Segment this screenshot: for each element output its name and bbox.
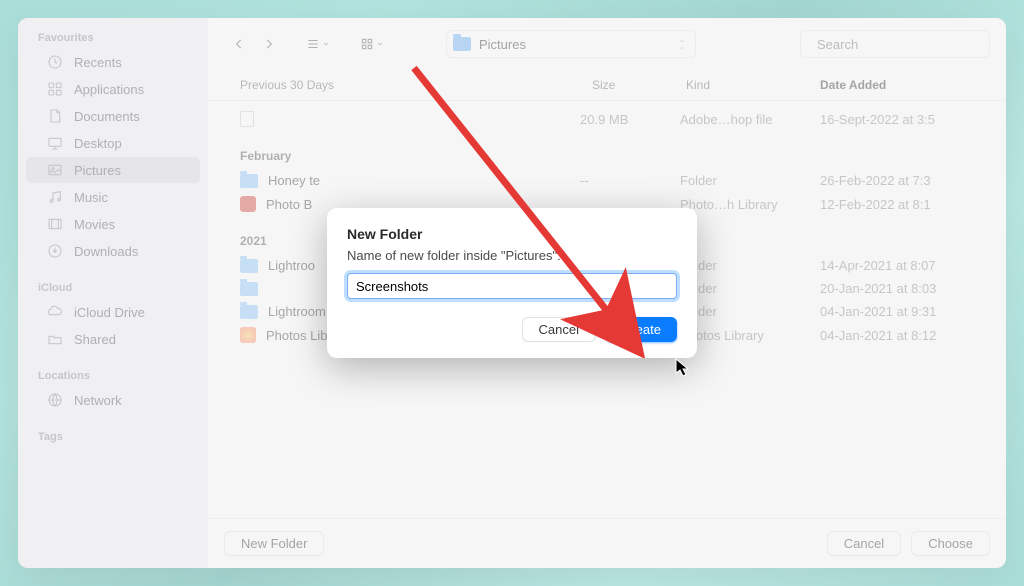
movies-icon [46, 215, 64, 233]
sidebar: Favourites Recents Applications Document… [18, 18, 208, 568]
sidebar-heading-favourites: Favourites [18, 28, 208, 48]
sidebar-item-label: Shared [74, 332, 116, 347]
column-name[interactable]: Previous 30 Days [240, 78, 588, 92]
sidebar-item-pictures[interactable]: Pictures [26, 157, 200, 183]
dialog-title: New Folder [347, 226, 677, 242]
sidebar-item-documents[interactable]: Documents [26, 103, 200, 129]
group-label-february: February [224, 131, 990, 169]
music-icon [46, 188, 64, 206]
file-icon [240, 111, 254, 127]
file-date: 16-Sept-2022 at 3:5 [820, 112, 990, 127]
search-input[interactable] [817, 37, 993, 52]
shared-folder-icon [46, 330, 64, 348]
sidebar-item-label: Applications [74, 82, 144, 97]
file-date: 20-Jan-2021 at 8:03 [820, 281, 990, 296]
sidebar-heading-tags: Tags [18, 427, 208, 447]
folder-icon [240, 174, 258, 188]
search-field[interactable] [800, 30, 990, 58]
folder-icon [240, 282, 258, 296]
sidebar-item-recents[interactable]: Recents [26, 49, 200, 75]
cloud-icon [46, 303, 64, 321]
dialog-subtitle: Name of new folder inside "Pictures": [347, 248, 677, 263]
file-date: 04-Jan-2021 at 9:31 [820, 304, 990, 319]
sidebar-item-network[interactable]: Network [26, 387, 200, 413]
document-icon [46, 107, 64, 125]
sidebar-item-label: Recents [74, 55, 122, 70]
up-down-icon [677, 37, 687, 51]
file-kind: Photo…h Library [680, 197, 810, 212]
file-date: 14-Apr-2021 at 8:07 [820, 258, 990, 273]
new-folder-button[interactable]: New Folder [224, 531, 324, 556]
file-date: 26-Feb-2022 at 7:3 [820, 173, 990, 188]
file-row[interactable]: 20.9 MB Adobe…hop file 16-Sept-2022 at 3… [224, 107, 990, 131]
file-row[interactable]: Honey te -- Folder 26-Feb-2022 at 7:3 [224, 169, 990, 192]
sidebar-heading-icloud: iCloud [18, 278, 208, 298]
downloads-icon [46, 242, 64, 260]
clock-icon [46, 53, 64, 71]
file-size: -- [580, 173, 670, 188]
dialog-footer: New Folder Cancel Choose [208, 518, 1006, 568]
dialog-cancel-button[interactable]: Cancel [522, 317, 596, 342]
sidebar-item-label: Downloads [74, 244, 138, 259]
file-kind: Folder [680, 258, 810, 273]
folder-icon [240, 305, 258, 319]
toolbar: Pictures [208, 18, 1006, 70]
folder-icon [453, 37, 471, 51]
sidebar-item-label: Documents [74, 109, 140, 124]
file-size: 20.9 MB [580, 112, 670, 127]
location-label: Pictures [479, 37, 526, 52]
forward-button[interactable] [254, 31, 284, 57]
sidebar-item-label: Music [74, 190, 108, 205]
file-kind: Folder [680, 281, 810, 296]
new-folder-dialog: New Folder Name of new folder inside "Pi… [327, 208, 697, 358]
location-popup[interactable]: Pictures [446, 30, 696, 58]
file-date: 12-Feb-2022 at 8:1 [820, 197, 990, 212]
column-size[interactable]: Size [592, 78, 682, 92]
sidebar-item-applications[interactable]: Applications [26, 76, 200, 102]
pictures-icon [46, 161, 64, 179]
desktop-icon [46, 134, 64, 152]
view-list-button[interactable] [298, 31, 338, 57]
file-name: Honey te [268, 173, 570, 188]
group-by-button[interactable] [352, 31, 392, 57]
photobooth-icon [240, 196, 256, 212]
list-header: Previous 30 Days Size Kind Date Added [208, 70, 1006, 101]
sidebar-item-label: Movies [74, 217, 115, 232]
sidebar-item-music[interactable]: Music [26, 184, 200, 210]
sidebar-item-icloud-drive[interactable]: iCloud Drive [26, 299, 200, 325]
sidebar-item-label: Desktop [74, 136, 122, 151]
file-kind: Adobe…hop file [680, 112, 810, 127]
sidebar-item-desktop[interactable]: Desktop [26, 130, 200, 156]
sidebar-heading-locations: Locations [18, 366, 208, 386]
photos-library-icon [240, 327, 256, 343]
applications-icon [46, 80, 64, 98]
sidebar-item-movies[interactable]: Movies [26, 211, 200, 237]
folder-name-input[interactable] [347, 273, 677, 299]
file-kind: Folder [680, 304, 810, 319]
file-kind: Folder [680, 173, 810, 188]
network-icon [46, 391, 64, 409]
cancel-button[interactable]: Cancel [827, 531, 901, 556]
dialog-create-button[interactable]: Create [606, 317, 677, 342]
sidebar-item-label: Network [74, 393, 122, 408]
file-date: 04-Jan-2021 at 8:12 [820, 328, 990, 343]
sidebar-item-label: iCloud Drive [74, 305, 145, 320]
nav-buttons [224, 31, 284, 57]
column-kind[interactable]: Kind [686, 78, 816, 92]
file-kind: Photos Library [680, 328, 810, 343]
sidebar-item-shared[interactable]: Shared [26, 326, 200, 352]
folder-icon [240, 259, 258, 273]
sidebar-item-label: Pictures [74, 163, 121, 178]
sidebar-item-downloads[interactable]: Downloads [26, 238, 200, 264]
choose-button[interactable]: Choose [911, 531, 990, 556]
column-date-added[interactable]: Date Added [820, 78, 990, 92]
back-button[interactable] [224, 31, 254, 57]
